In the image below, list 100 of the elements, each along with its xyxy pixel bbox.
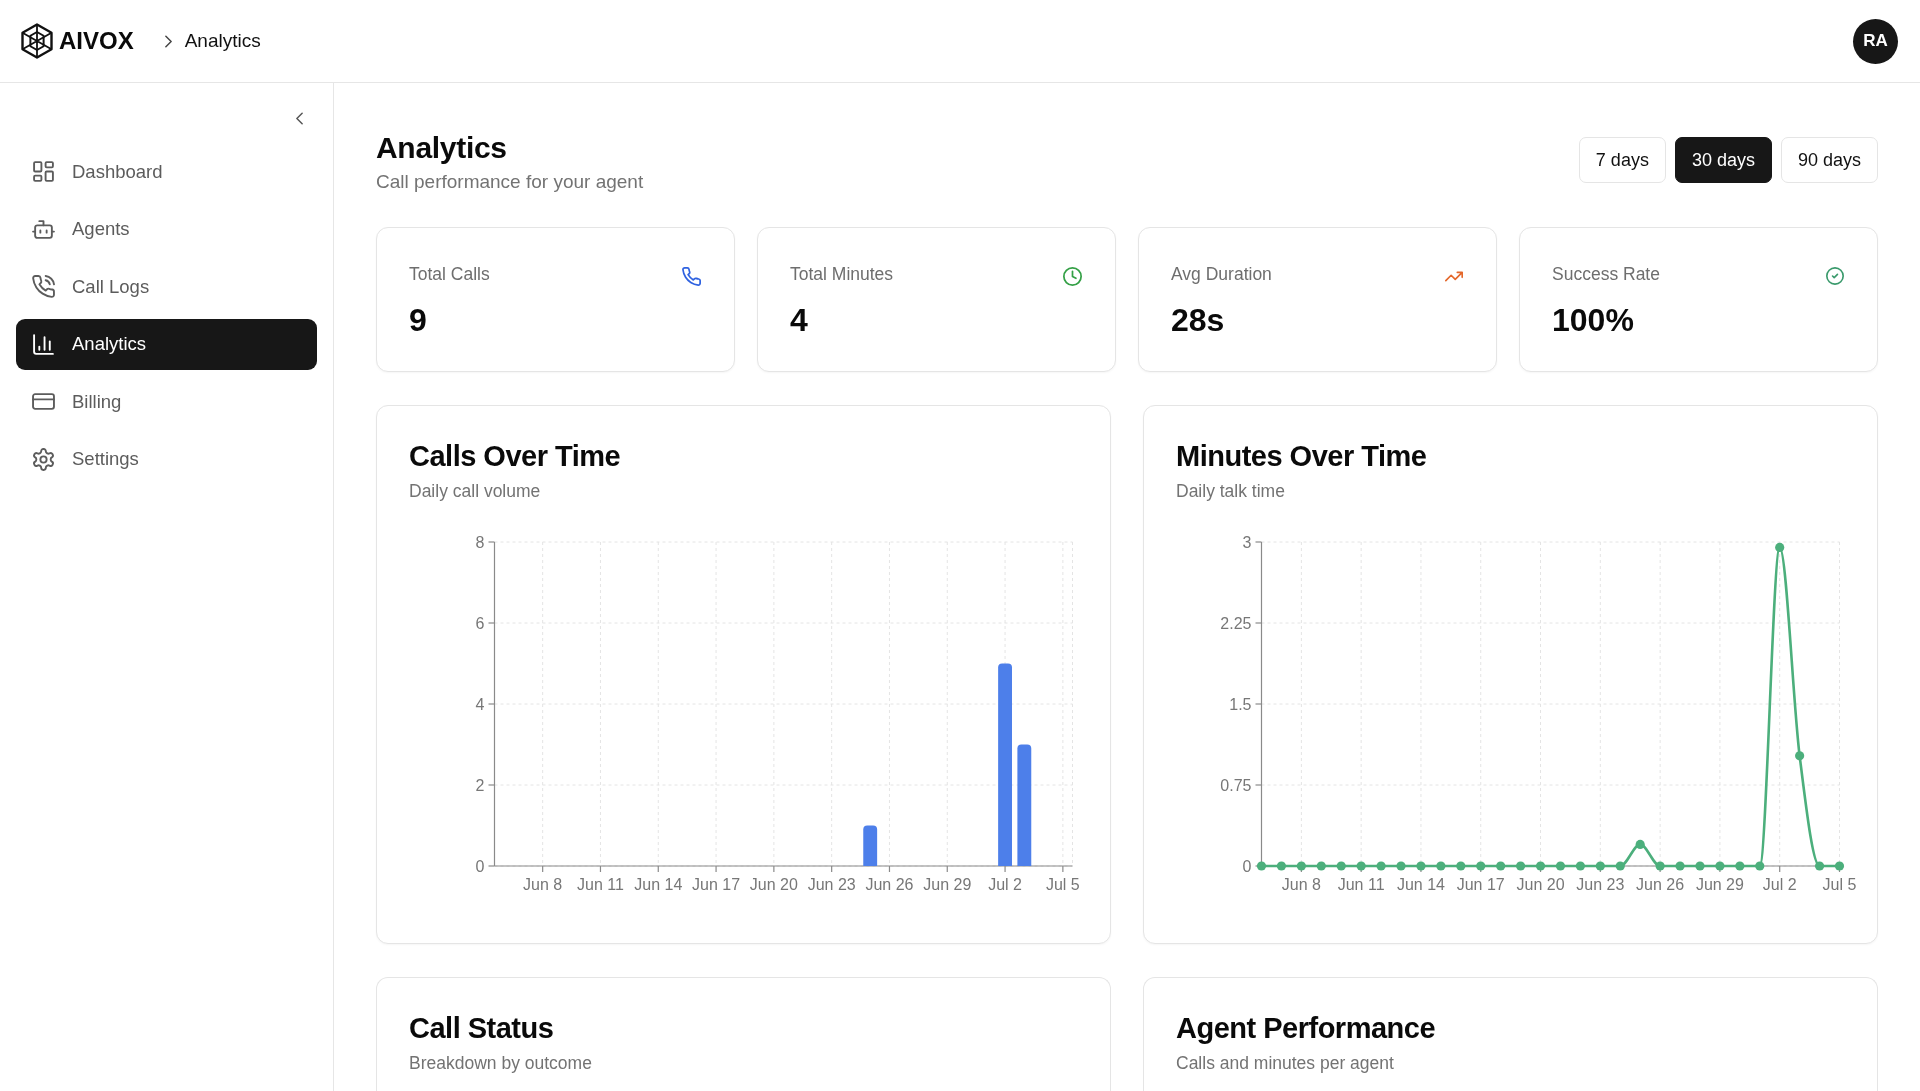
sidebar-item[interactable]: Analytics	[16, 318, 317, 370]
data-point	[1476, 861, 1486, 871]
chevron-left-icon	[295, 111, 303, 125]
phone-call-icon	[32, 275, 55, 298]
axis-tick-label: Jun 11	[577, 876, 624, 893]
range-tab[interactable]: 7 days	[1578, 137, 1666, 183]
data-point	[1695, 861, 1705, 871]
chevron-right-icon	[164, 34, 172, 48]
stat-value: 4	[790, 301, 809, 339]
axis-tick-label: Jul 2	[1762, 876, 1797, 893]
data-point	[1535, 861, 1546, 871]
axis-tick-label: Jun 26	[865, 876, 914, 893]
stat-label: Avg Duration	[1171, 263, 1272, 286]
data-point	[1256, 861, 1267, 871]
data-point	[1814, 861, 1825, 871]
axis-tick-label: 0	[475, 857, 485, 875]
axis-tick-label: 0	[1242, 857, 1252, 875]
axis-tick-label: Jun 14	[634, 876, 683, 893]
data-point	[1635, 839, 1645, 849]
axis-tick-label: Jul 5	[1822, 876, 1857, 893]
data-point	[1496, 861, 1506, 871]
data-point	[1595, 861, 1605, 871]
axis-tick-label: 6	[475, 614, 485, 632]
chart-subtitle: Daily talk time	[1176, 480, 1286, 503]
chart-title: Minutes Over Time	[1176, 439, 1428, 474]
stat-value: 100%	[1552, 301, 1635, 339]
data-point	[1775, 542, 1785, 552]
axis-tick-label: Jun 29	[1695, 876, 1744, 893]
settings-icon	[32, 447, 55, 471]
data-point	[1276, 861, 1287, 871]
data-point	[1356, 861, 1366, 871]
robot-icon	[32, 217, 55, 241]
sidebar-item[interactable]: Settings	[16, 433, 317, 485]
axis-tick-label: Jun 17	[1456, 876, 1505, 893]
axis-tick-label: Jun 26	[1636, 876, 1685, 893]
data-point	[1336, 861, 1346, 871]
brand-name: AIVOX	[59, 27, 134, 55]
dashboard-grid-icon	[32, 160, 55, 183]
sidebar-item[interactable]: Billing	[16, 376, 317, 427]
panel-title: Agent Performance	[1176, 1011, 1436, 1046]
range-tab[interactable]: 90 days	[1780, 137, 1878, 183]
stat-value: 9	[409, 301, 428, 339]
axis-tick-label: Jul 2	[988, 876, 1022, 893]
stat-label: Success Rate	[1552, 263, 1660, 286]
data-point	[1436, 861, 1446, 871]
data-point	[1675, 861, 1685, 871]
sidebar-item[interactable]: Agents	[16, 203, 317, 255]
data-point	[1296, 861, 1306, 871]
page-subtitle: Call performance for your agent	[376, 170, 644, 194]
panel-title: Call Status	[409, 1011, 555, 1046]
data-point	[1516, 861, 1526, 871]
stat-value: 28s	[1171, 301, 1226, 339]
hexagon-logo-icon	[21, 23, 53, 59]
page-title: Analytics	[376, 130, 508, 166]
data-point	[1416, 861, 1426, 871]
chart-bar	[863, 825, 878, 866]
data-point	[1376, 861, 1386, 871]
data-point	[1555, 861, 1566, 871]
axis-tick-label: Jun 17	[692, 876, 741, 893]
axis-tick-label: Jun 20	[749, 876, 798, 893]
axis-tick-label: 2.25	[1220, 614, 1252, 632]
axis-tick-label: Jun 8	[523, 876, 563, 893]
panel-subtitle: Calls and minutes per agent	[1176, 1052, 1395, 1075]
user-avatar[interactable]: RA	[1853, 18, 1898, 64]
stat-label: Total Minutes	[790, 263, 894, 286]
axis-tick-label: Jun 23	[1576, 876, 1625, 893]
data-point	[1735, 861, 1745, 871]
axis-tick-label: Jun 20	[1516, 876, 1565, 893]
axis-tick-label: 8	[475, 533, 485, 551]
axis-tick-label: Jun 29	[923, 876, 972, 893]
axis-tick-label: Jun 11	[1337, 876, 1385, 893]
data-point	[1615, 861, 1625, 871]
data-point	[1834, 861, 1845, 871]
sidebar-item[interactable]: Dashboard	[16, 146, 317, 197]
breadcrumb-current: Analytics	[184, 29, 261, 53]
axis-tick-label: 2	[475, 776, 485, 794]
axis-tick-label: Jun 23	[807, 876, 856, 893]
axis-tick-label: 4	[475, 695, 485, 713]
axis-tick-label: 3	[1242, 533, 1252, 551]
sidebar-item[interactable]: Call Logs	[16, 261, 317, 312]
data-point	[1456, 861, 1466, 871]
data-point	[1795, 751, 1805, 761]
axis-tick-label: Jul 5	[1045, 876, 1080, 893]
data-point	[1755, 861, 1765, 871]
data-point	[1715, 861, 1725, 871]
axis-tick-label: 1.5	[1229, 695, 1252, 713]
axis-tick-label: 0.75	[1220, 776, 1252, 794]
data-point	[1575, 861, 1585, 871]
credit-card-icon	[32, 390, 55, 413]
axis-tick-label: Jun 14	[1396, 876, 1445, 893]
panel-subtitle: Breakdown by outcome	[409, 1052, 593, 1075]
bar-chart-icon	[32, 332, 55, 356]
data-point	[1316, 861, 1326, 871]
stat-label: Total Calls	[409, 263, 490, 286]
data-point	[1655, 861, 1665, 871]
data-point	[1396, 861, 1406, 871]
chart-subtitle: Daily call volume	[409, 480, 542, 503]
axis-tick-label: Jun 8	[1281, 876, 1321, 893]
chart-title: Calls Over Time	[409, 439, 622, 474]
range-tab[interactable]: 30 days	[1674, 137, 1772, 183]
